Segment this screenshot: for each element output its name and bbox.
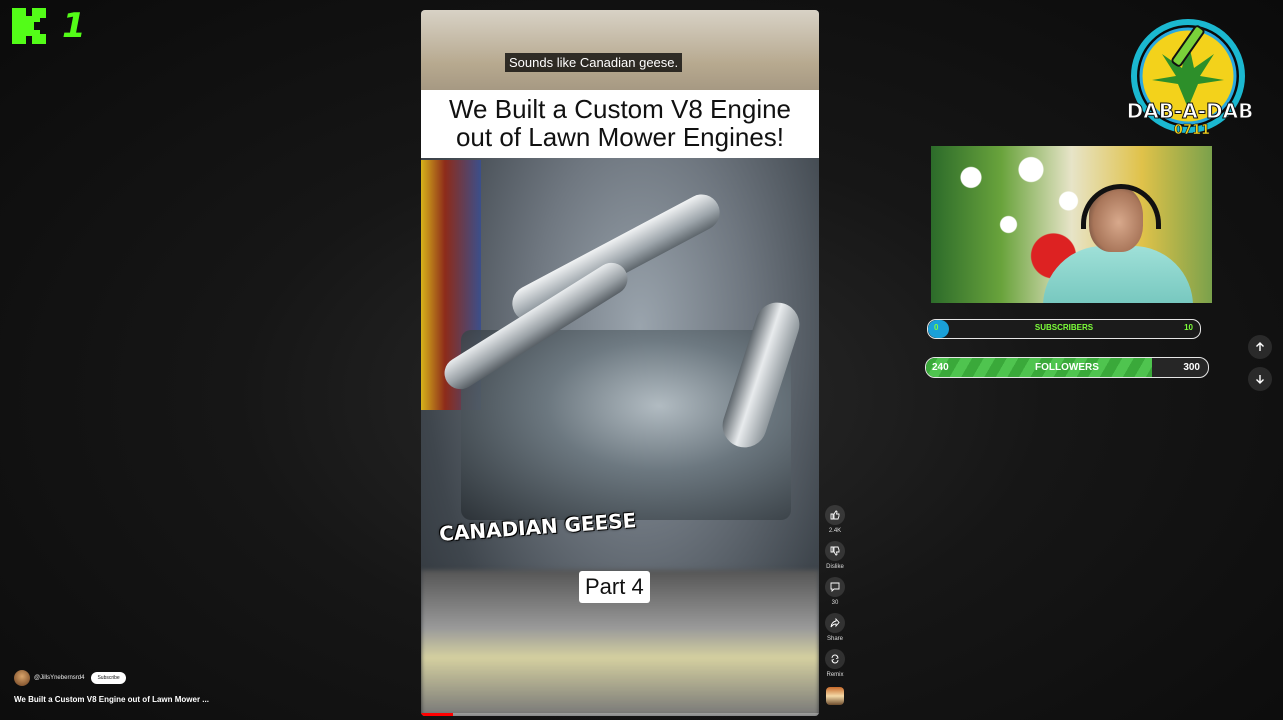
video-progress-bar[interactable] xyxy=(421,713,819,716)
followers-goal-bar: 240 FOLLOWERS 300 xyxy=(925,357,1209,378)
channel-info: @JillsYnebernsrd4 Subscribe xyxy=(14,670,126,686)
thumbs-up-icon xyxy=(825,505,845,525)
remix-label: Remix xyxy=(826,672,844,678)
channel-avatar[interactable] xyxy=(14,670,30,686)
video-part-label: Part 4 xyxy=(579,571,650,603)
dislike-label: Dislike xyxy=(826,564,844,570)
logo-text: DAB-A-DAB xyxy=(1128,99,1252,123)
title-card-line-2: out of Lawn Mower Engines! xyxy=(455,122,785,152)
arrow-up-icon xyxy=(1256,342,1264,351)
subscribers-goal-bar: 0 SUBSCRIBERS 10 xyxy=(927,319,1201,339)
headset-icon xyxy=(1081,184,1161,229)
shorts-action-bar: 2.4K Dislike 30 Share Remix xyxy=(822,505,848,705)
comments-button[interactable]: 30 xyxy=(825,577,845,606)
like-button[interactable]: 2.4K xyxy=(825,505,845,534)
stream-number: 1 xyxy=(62,6,86,46)
channel-handle[interactable]: @JillsYnebernsrd4 xyxy=(34,675,84,681)
title-card-line-1: We Built a Custom V8 Engine xyxy=(448,94,792,124)
logo-subtext: 0711 xyxy=(1174,123,1210,138)
remix-button[interactable]: Remix xyxy=(825,649,845,678)
video-player[interactable]: Sounds like Canadian geese. We Built a C… xyxy=(421,10,819,716)
comment-icon xyxy=(825,577,845,597)
arrow-down-icon xyxy=(1256,375,1264,384)
video-caption: Sounds like Canadian geese. xyxy=(505,53,683,72)
video-title[interactable]: We Built a Custom V8 Engine out of Lawn … xyxy=(14,695,209,704)
subscribe-button[interactable]: Subscribe xyxy=(91,672,126,684)
followers-label: FOLLOWERS xyxy=(1035,362,1099,373)
share-button[interactable]: Share xyxy=(825,613,845,642)
next-video-button[interactable] xyxy=(1248,367,1272,391)
share-icon xyxy=(825,613,845,633)
audio-avatar[interactable] xyxy=(826,687,844,705)
thumbs-down-icon xyxy=(825,541,845,561)
video-title-card: We Built a Custom V8 Engine out of Lawn … xyxy=(421,90,819,158)
previous-video-button[interactable] xyxy=(1248,335,1272,359)
dislike-button[interactable]: Dislike xyxy=(825,541,845,570)
subscribers-label: SUBSCRIBERS xyxy=(1034,323,1094,332)
share-label: Share xyxy=(826,636,843,642)
video-progress-fill xyxy=(421,713,453,716)
dab-a-dab-logo: DAB-A-DAB 0711 xyxy=(1128,19,1252,138)
like-count: 2.4K xyxy=(828,528,842,534)
webcam-feed xyxy=(931,146,1212,303)
kick-k-icon xyxy=(12,8,56,44)
remix-icon xyxy=(825,649,845,669)
followers-goal: 300 xyxy=(1183,362,1200,373)
stream-logo: 1 xyxy=(12,8,86,44)
comment-count: 30 xyxy=(831,600,839,606)
subscribers-goal: 10 xyxy=(1184,323,1193,332)
